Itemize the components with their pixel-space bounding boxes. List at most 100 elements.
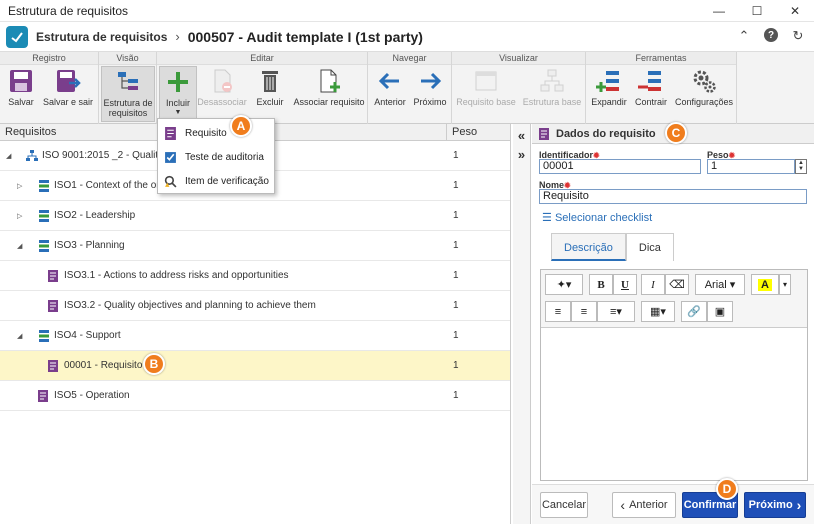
- underline-button[interactable]: U: [613, 274, 637, 295]
- breadcrumb[interactable]: Estrutura de requisitos: [36, 30, 167, 44]
- tree-row[interactable]: ISO3.2 - Quality objectives and planning…: [0, 291, 510, 321]
- expanded-caret-icon[interactable]: ◢: [6, 152, 11, 160]
- tree-row-peso: 1: [453, 390, 459, 401]
- refresh-icon[interactable]: ↻: [790, 28, 806, 44]
- link-icon: 🔗: [687, 306, 701, 318]
- ribbon-group-editar: Editar Incluir ▼ Desassociar Excluir Ass…: [157, 52, 368, 124]
- save-exit-icon: [57, 70, 81, 92]
- caret-down-icon: ▼: [174, 109, 182, 116]
- select-checklist-link[interactable]: ☰ Selecionar checklist: [542, 211, 652, 224]
- delete-button[interactable]: Excluir: [253, 68, 287, 107]
- collapsed-caret-icon[interactable]: ▷: [17, 182, 22, 190]
- expanded-caret-icon[interactable]: ◢: [17, 332, 22, 340]
- highlight-color-button[interactable]: A: [751, 274, 779, 295]
- group-label: Visualizar: [452, 52, 585, 65]
- verification-item-icon: [164, 175, 177, 187]
- audit-test-icon: [165, 151, 176, 163]
- maximize-icon[interactable]: ☐: [738, 0, 776, 22]
- weight-field[interactable]: 1: [707, 159, 795, 174]
- tree-row[interactable]: ▷ ISO2 - Leadership 1: [0, 201, 510, 231]
- previous-button[interactable]: Anterior: [372, 68, 408, 107]
- eraser-button[interactable]: ⌫: [665, 274, 689, 295]
- tree-row[interactable]: ◢ ISO3 - Planning 1: [0, 231, 510, 261]
- collapse-up-icon[interactable]: ⌃: [736, 28, 752, 44]
- bullet-list-button[interactable]: ≡: [545, 301, 571, 322]
- requirement-group-icon: [39, 210, 49, 222]
- group-label: Ferramentas: [586, 52, 736, 65]
- help-icon[interactable]: ?: [764, 28, 778, 42]
- requirement-structure-button[interactable]: Estrutura de requisitos: [101, 66, 155, 122]
- arrow-right-icon: [421, 72, 442, 90]
- next-button[interactable]: Próximo: [412, 68, 448, 107]
- numbered-list-button[interactable]: ≡: [571, 301, 597, 322]
- bullet-list-icon: ≡: [554, 305, 562, 318]
- tree-row-peso: 1: [453, 300, 459, 311]
- tree-row[interactable]: ◢ ISO4 - Support 1: [0, 321, 510, 351]
- bold-button[interactable]: B: [589, 274, 613, 295]
- table-button[interactable]: ▦▾: [641, 301, 675, 322]
- menu-item-requisito[interactable]: Requisito: [158, 121, 274, 145]
- tree-row-peso: 1: [453, 210, 459, 221]
- callout-marker-d: D: [716, 478, 738, 500]
- save-and-exit-button[interactable]: Salvar e sair: [40, 68, 96, 107]
- save-icon: [10, 70, 32, 92]
- associate-requirement-button[interactable]: Associar requisito: [293, 68, 365, 107]
- requirement-details-panel: Dados do requisito Identificador✹ 00001 …: [532, 124, 814, 524]
- image-button[interactable]: ▣: [707, 301, 733, 322]
- expanded-caret-icon[interactable]: ◢: [17, 242, 22, 250]
- include-button[interactable]: Incluir ▼: [159, 66, 197, 122]
- tree-row[interactable]: ISO5 - Operation 1: [0, 381, 510, 411]
- settings-button[interactable]: Configurações: [674, 68, 734, 107]
- minimize-icon[interactable]: —: [700, 0, 738, 22]
- tree-row-peso: 1: [453, 180, 459, 191]
- name-field[interactable]: Requisito: [539, 189, 807, 204]
- highlight-icon: A: [758, 278, 772, 291]
- collapse-left-icon[interactable]: «: [513, 128, 530, 143]
- base-structure-icon: [540, 69, 564, 92]
- next-record-button[interactable]: Próximo ›: [744, 492, 806, 518]
- editor-content-area[interactable]: [541, 329, 807, 481]
- menu-item-item-verificacao[interactable]: Item de verificação: [158, 169, 274, 193]
- panel-splitter: « »: [513, 124, 531, 524]
- magic-wand-button[interactable]: ✦▾: [545, 274, 583, 295]
- align-button[interactable]: ≡▾: [597, 301, 635, 322]
- chevron-right-icon: ›: [796, 497, 802, 513]
- editor-toolbar: ✦▾ B U I ⌫ Arial ▾ A ▾ ≡ ≡ ≡▾ ▦▾ 🔗 ▣: [541, 270, 807, 328]
- title-bar: Estrutura de requisitos — ☐ ✕: [0, 0, 814, 22]
- highlight-color-dropdown[interactable]: ▾: [779, 274, 791, 295]
- column-header-peso[interactable]: Peso: [447, 124, 477, 140]
- arrow-left-icon: [378, 72, 399, 90]
- tree-row[interactable]: ISO3.1 - Actions to address risks and op…: [0, 261, 510, 291]
- menu-item-teste-auditoria[interactable]: Teste de auditoria: [158, 145, 274, 169]
- callout-marker-b: B: [143, 353, 165, 375]
- expand-button[interactable]: Expandir: [590, 68, 628, 107]
- tree-row-selected[interactable]: 00001 - Requisito 1: [0, 351, 510, 381]
- tab-dica[interactable]: Dica: [625, 233, 674, 261]
- tree-row-label: ISO3.2 - Quality objectives and planning…: [64, 300, 316, 311]
- ribbon-group-registro: Registro Salvar Salvar e sair: [0, 52, 99, 124]
- tab-descricao[interactable]: Descrição: [551, 233, 626, 261]
- link-button[interactable]: 🔗: [681, 301, 707, 322]
- tree-row-label: ISO 9001:2015 _2 - Quality m: [42, 150, 175, 161]
- base-structure-button: Estrutura base: [522, 68, 582, 107]
- ribbon-group-ferramentas: Ferramentas Expandir Contrair Configuraç…: [586, 52, 737, 124]
- requirement-icon: [48, 360, 58, 372]
- identifier-field[interactable]: 00001: [539, 159, 701, 174]
- cancel-button[interactable]: Cancelar: [540, 492, 588, 518]
- page-title: 000507 - Audit template I (1st party): [187, 28, 423, 45]
- structure-icon: [118, 72, 138, 90]
- tree-row-peso: 1: [453, 270, 459, 281]
- document-add-icon: [320, 69, 340, 93]
- weight-stepper[interactable]: ▲ ▼: [795, 159, 807, 174]
- expand-right-icon[interactable]: »: [513, 147, 530, 162]
- close-icon[interactable]: ✕: [776, 0, 814, 22]
- plus-icon: [168, 72, 188, 92]
- previous-record-button[interactable]: ‹ Anterior: [612, 492, 676, 518]
- table-icon: ▦▾: [650, 306, 666, 318]
- collapsed-caret-icon[interactable]: ▷: [17, 212, 22, 220]
- italic-button[interactable]: I: [641, 274, 665, 295]
- numbered-list-icon: ≡: [580, 305, 588, 318]
- font-select[interactable]: Arial ▾: [695, 274, 745, 295]
- save-button[interactable]: Salvar: [6, 68, 36, 107]
- collapse-button[interactable]: Contrair: [632, 68, 670, 107]
